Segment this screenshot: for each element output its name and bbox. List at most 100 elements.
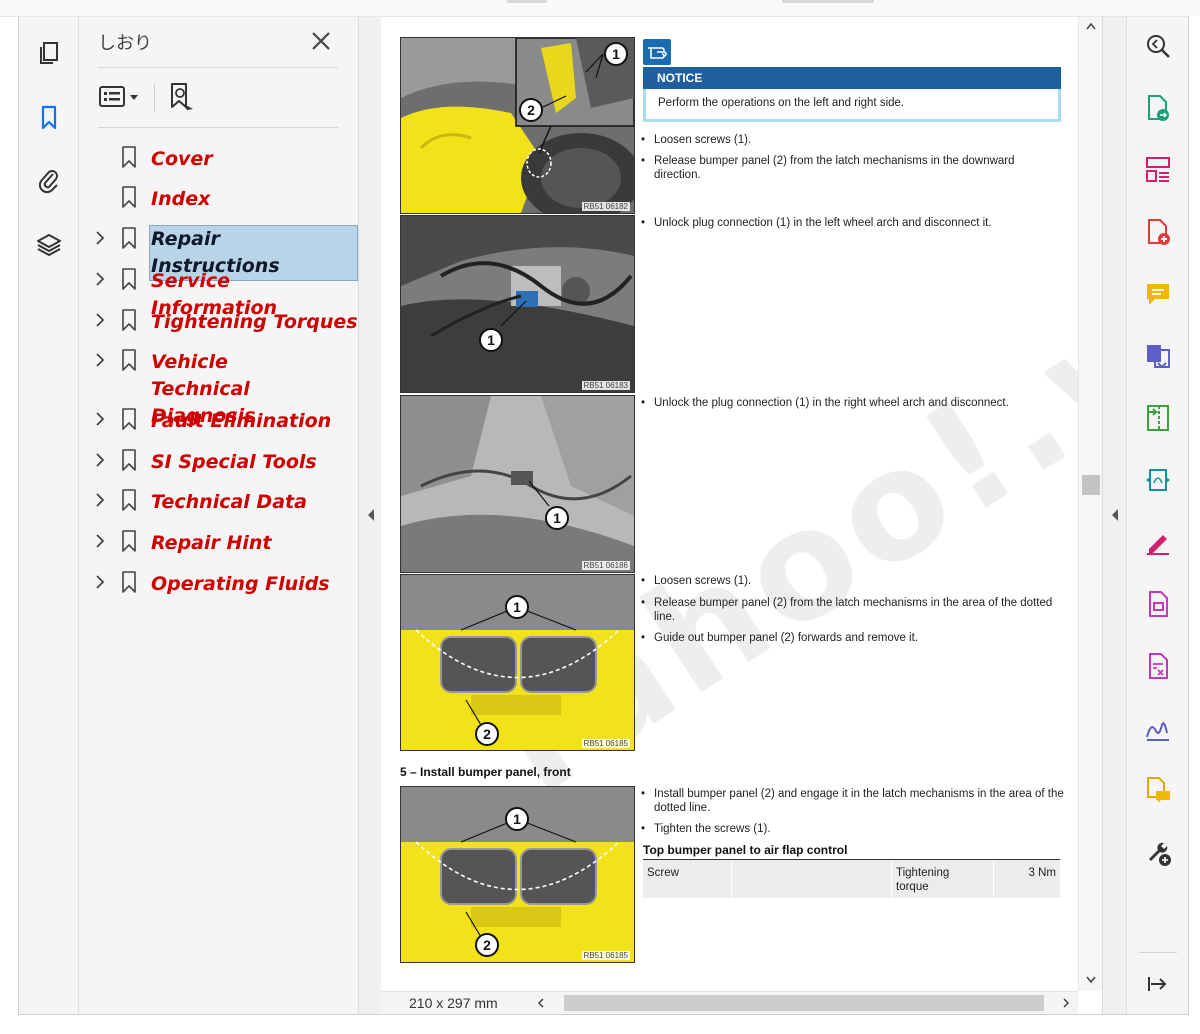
scroll-right-icon[interactable] [1061, 997, 1071, 1009]
callout-2: 2 [475, 933, 499, 957]
more-tools-icon[interactable] [1141, 835, 1175, 869]
edit-pdf-icon[interactable] [1141, 587, 1175, 621]
bookmark-options-button[interactable] [98, 79, 144, 115]
compress-pdf-icon[interactable] [1141, 401, 1175, 435]
toolbar-remnant [507, 0, 547, 3]
export-pdf-icon[interactable] [1141, 91, 1175, 125]
step-item: Tighten the screws (1). [641, 822, 1064, 836]
page-size-readout: 210 x 297 mm [409, 995, 498, 1011]
horizontal-scrollbar[interactable]: 210 x 297 mm [381, 991, 1078, 1015]
attachment-icon[interactable] [33, 164, 65, 196]
step-item: Install bumper panel (2) and engage it i… [641, 787, 1064, 815]
bookmark-icon [122, 489, 136, 511]
zoom-icon[interactable] [1141, 29, 1175, 63]
close-panel-button[interactable] [307, 27, 335, 55]
bookmark-icon [122, 449, 136, 471]
scroll-up-icon[interactable] [1085, 21, 1097, 31]
bookmark-icon [122, 186, 136, 208]
callout-1: 1 [545, 506, 569, 530]
bookmark-item[interactable]: Repair Hint [79, 524, 358, 560]
pages-thumbnail-icon[interactable] [33, 37, 65, 69]
cell-divider [993, 860, 994, 898]
bookmark-search-icon [171, 83, 193, 110]
signature-icon[interactable] [1141, 711, 1175, 745]
scroll-down-icon[interactable] [1085, 975, 1097, 985]
panel-splitter[interactable] [358, 17, 382, 1014]
bookmark-label: Fault Elimination [151, 410, 332, 432]
bookmark-item[interactable]: Fault Elimination [79, 402, 358, 438]
toolbar-remnant [782, 0, 874, 3]
section-heading: 5 – Install bumper panel, front [400, 765, 571, 779]
hand-pointer-icon [643, 39, 671, 65]
step-item: Release bumper panel (2) from the latch … [641, 154, 1034, 182]
figure-code: RB51 06182 [581, 202, 630, 211]
chevron-right-icon[interactable] [93, 411, 107, 427]
find-bookmark-button[interactable] [166, 79, 198, 115]
divider [98, 67, 338, 68]
figure-right-plug-connection: 1 RB51 06186 [400, 395, 635, 573]
bookmark-item[interactable]: Operating Fluids [79, 565, 358, 601]
panel-splitter[interactable] [1102, 17, 1127, 1014]
fill-sign-icon[interactable] [1141, 525, 1175, 559]
divider [98, 127, 338, 128]
document-viewport[interactable]: Yahoo!.wnqwz 1 2 RB51 06182 1 RB51 06183… [381, 17, 1078, 991]
torque-table-title: Top bumper panel to air flap control [643, 843, 848, 857]
window-border [18, 1014, 1188, 1015]
figure-code: RB51 06185 [581, 951, 630, 960]
window-border [1188, 16, 1200, 1016]
bookmark-label: SI Special Tools [151, 451, 317, 473]
list-options-icon [99, 86, 138, 107]
tools-rail [1126, 17, 1189, 1014]
convert-pdf-icon[interactable] [1141, 463, 1175, 497]
step-item: Unlock plug connection (1) in the left w… [641, 216, 1064, 230]
collapse-left-icon[interactable] [365, 505, 377, 525]
chevron-right-icon[interactable] [93, 352, 107, 368]
bookmark-item[interactable]: Cover [79, 140, 358, 176]
bookmark-label: Cover [151, 148, 213, 170]
collapse-tools-icon[interactable] [1141, 967, 1175, 1001]
bookmark-item[interactable]: Index [79, 180, 358, 216]
table-cell-value: 3 Nm [1028, 867, 1056, 879]
bookmark-icon [122, 268, 136, 290]
collapse-right-icon[interactable] [1109, 505, 1121, 525]
bookmark-item[interactable]: Technical Data [79, 483, 358, 519]
chevron-right-icon[interactable] [93, 492, 107, 508]
organize-pages-icon[interactable] [1141, 153, 1175, 187]
scrollbar-thumb[interactable] [564, 995, 1044, 1011]
combine-files-icon[interactable] [1141, 339, 1175, 373]
scroll-left-icon[interactable] [536, 997, 546, 1009]
bookmark-item[interactable]: Tightening Torques [79, 303, 358, 339]
send-for-comments-icon[interactable] [1141, 773, 1175, 807]
step-item: Loosen screws (1). [641, 133, 1064, 147]
layers-icon[interactable] [33, 228, 65, 260]
scrollbar-thumb[interactable] [1082, 475, 1100, 495]
chevron-right-icon[interactable] [93, 452, 107, 468]
chevron-right-icon[interactable] [93, 574, 107, 590]
callout-1: 1 [505, 595, 529, 619]
bookmark-icon[interactable] [33, 101, 65, 133]
notice-text: Perform the operations on the left and r… [643, 89, 1061, 122]
bookmark-icon [122, 309, 136, 331]
redact-icon[interactable] [1141, 649, 1175, 683]
chevron-right-icon[interactable] [93, 230, 107, 246]
bookmark-label: Repair Hint [151, 532, 272, 554]
bookmark-item[interactable]: Service Information [79, 262, 358, 319]
vertical-scrollbar[interactable] [1078, 17, 1103, 991]
chevron-right-icon[interactable] [93, 271, 107, 287]
left-navigation-rail [19, 17, 79, 1014]
chevron-right-icon[interactable] [93, 533, 107, 549]
bookmark-icon [122, 571, 136, 593]
figure-code: RB51 06185 [581, 739, 630, 748]
step-item: Unlock the plug connection (1) in the ri… [641, 396, 1064, 410]
chevron-right-icon[interactable] [93, 312, 107, 328]
bookmark-item[interactable]: Vehicle Technical Diagnosis [79, 343, 358, 427]
comment-icon[interactable] [1141, 277, 1175, 311]
panel-title: しおり [98, 33, 152, 53]
figure-code: RB51 06183 [581, 381, 630, 390]
table-cell-part: Screw [647, 867, 679, 879]
bookmark-label: Index [151, 188, 211, 210]
create-pdf-icon[interactable] [1141, 215, 1175, 249]
bookmark-item[interactable]: SI Special Tools [79, 443, 358, 479]
bookmark-item[interactable]: Repair Instructions [79, 221, 358, 281]
notice-heading: NOTICE [643, 67, 1061, 89]
